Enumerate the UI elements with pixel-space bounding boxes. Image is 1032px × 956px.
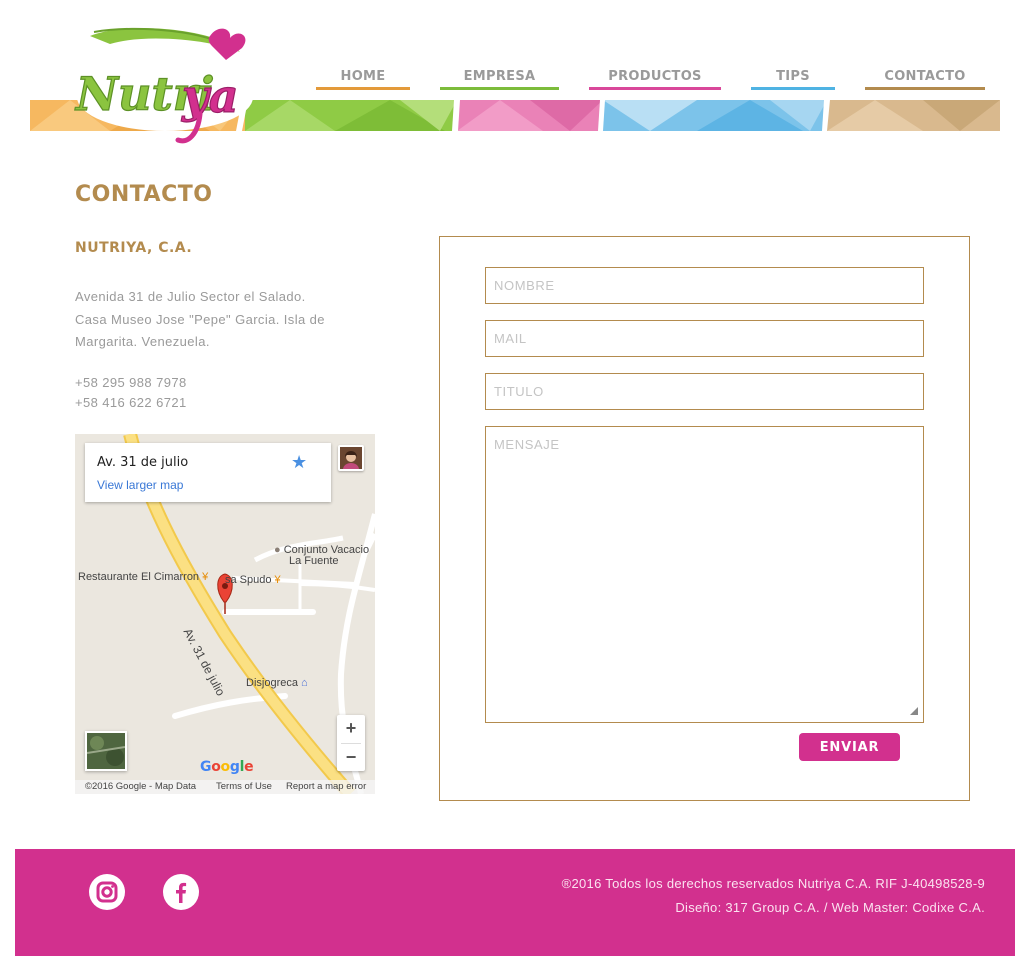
map-data-link[interactable]: ©2016 Google - Map Data: [85, 781, 196, 792]
map-poi-label: La Fuente: [289, 555, 339, 567]
title-input[interactable]: [485, 373, 924, 410]
nav-empresa[interactable]: EMPRESA: [440, 68, 559, 90]
mail-input[interactable]: [485, 320, 924, 357]
restaurant-icon: ¥: [271, 574, 281, 586]
restaurant-icon: ¥: [199, 571, 209, 583]
zoom-in-button[interactable]: +: [337, 715, 365, 743]
google-logo: Google: [200, 759, 254, 775]
send-button[interactable]: ENVIAR: [799, 733, 900, 761]
map-poi-label: Restaurante El Cimarron ¥: [78, 571, 208, 583]
name-input[interactable]: [485, 267, 924, 304]
main-navigation: HOME EMPRESA PRODUCTOS TIPS CONTACTO: [0, 68, 1032, 92]
shop-icon: ⌂: [297, 677, 308, 689]
nav-tips[interactable]: TIPS: [751, 68, 835, 90]
poi-name: sa Spudo: [225, 574, 272, 586]
facebook-icon[interactable]: [163, 874, 199, 910]
contact-form: ENVIAR: [439, 236, 970, 801]
heart-icon: [208, 28, 246, 60]
nav-home[interactable]: HOME: [316, 68, 410, 90]
address-line: Avenida 31 de Julio Sector el Salado.: [75, 289, 306, 304]
company-address: Avenida 31 de Julio Sector el Salado. Ca…: [75, 286, 375, 354]
satellite-toggle-button[interactable]: [85, 731, 127, 771]
nav-contacto[interactable]: CONTACTO: [865, 68, 985, 90]
nav-productos[interactable]: PRODUCTOS: [589, 68, 721, 90]
map-zoom-controls: + −: [337, 715, 365, 771]
view-larger-map-link[interactable]: View larger map: [97, 478, 183, 492]
map-poi-label: Disjogreca ⌂: [246, 677, 308, 689]
phone-number: +58 295 988 7978: [75, 375, 187, 390]
poi-icon: ●: [274, 544, 284, 556]
location-map[interactable]: Av. 31 de julio ● Conjunto Vacacio La Fu…: [75, 434, 375, 794]
poi-name: Disjogreca: [246, 677, 298, 689]
address-line: Margarita. Venezuela.: [75, 334, 210, 349]
map-info-card: Av. 31 de julio View larger map ★: [85, 443, 331, 502]
site-footer: ®2016 Todos los derechos reservados Nutr…: [15, 849, 1015, 956]
user-avatar[interactable]: [338, 445, 364, 471]
map-footer-bar: ©2016 Google - Map Data Terms of Use Rep…: [75, 780, 375, 794]
save-star-icon[interactable]: ★: [291, 452, 307, 473]
credits-text: Diseño: 317 Group C.A. / Web Master: Cod…: [675, 900, 985, 915]
copyright-text: ®2016 Todos los derechos reservados Nutr…: [561, 876, 985, 891]
instagram-icon[interactable]: [89, 874, 125, 910]
site-header: Nutri ya HOME EMPRESA PRODUCTOS TIPS CON…: [0, 0, 1032, 150]
zoom-out-button[interactable]: −: [337, 744, 365, 772]
terms-of-use-link[interactable]: Terms of Use: [216, 781, 272, 792]
poi-name: Restaurante El Cimarron: [78, 571, 200, 583]
resize-handle-icon[interactable]: [910, 707, 918, 715]
company-name: NUTRIYA, C.A.: [75, 240, 193, 256]
report-map-error-link[interactable]: Report a map error: [286, 781, 366, 792]
address-line: Casa Museo Jose "Pepe" Garcia. Isla de: [75, 311, 325, 327]
company-phones: +58 295 988 7978 +58 416 622 6721: [75, 373, 187, 413]
message-textarea[interactable]: [485, 426, 924, 723]
page-title: CONTACTO: [75, 182, 213, 207]
map-place-name: Av. 31 de julio: [97, 455, 189, 470]
map-poi-label: sa Spudo ¥: [225, 574, 281, 586]
phone-number: +58 416 622 6721: [75, 395, 187, 410]
